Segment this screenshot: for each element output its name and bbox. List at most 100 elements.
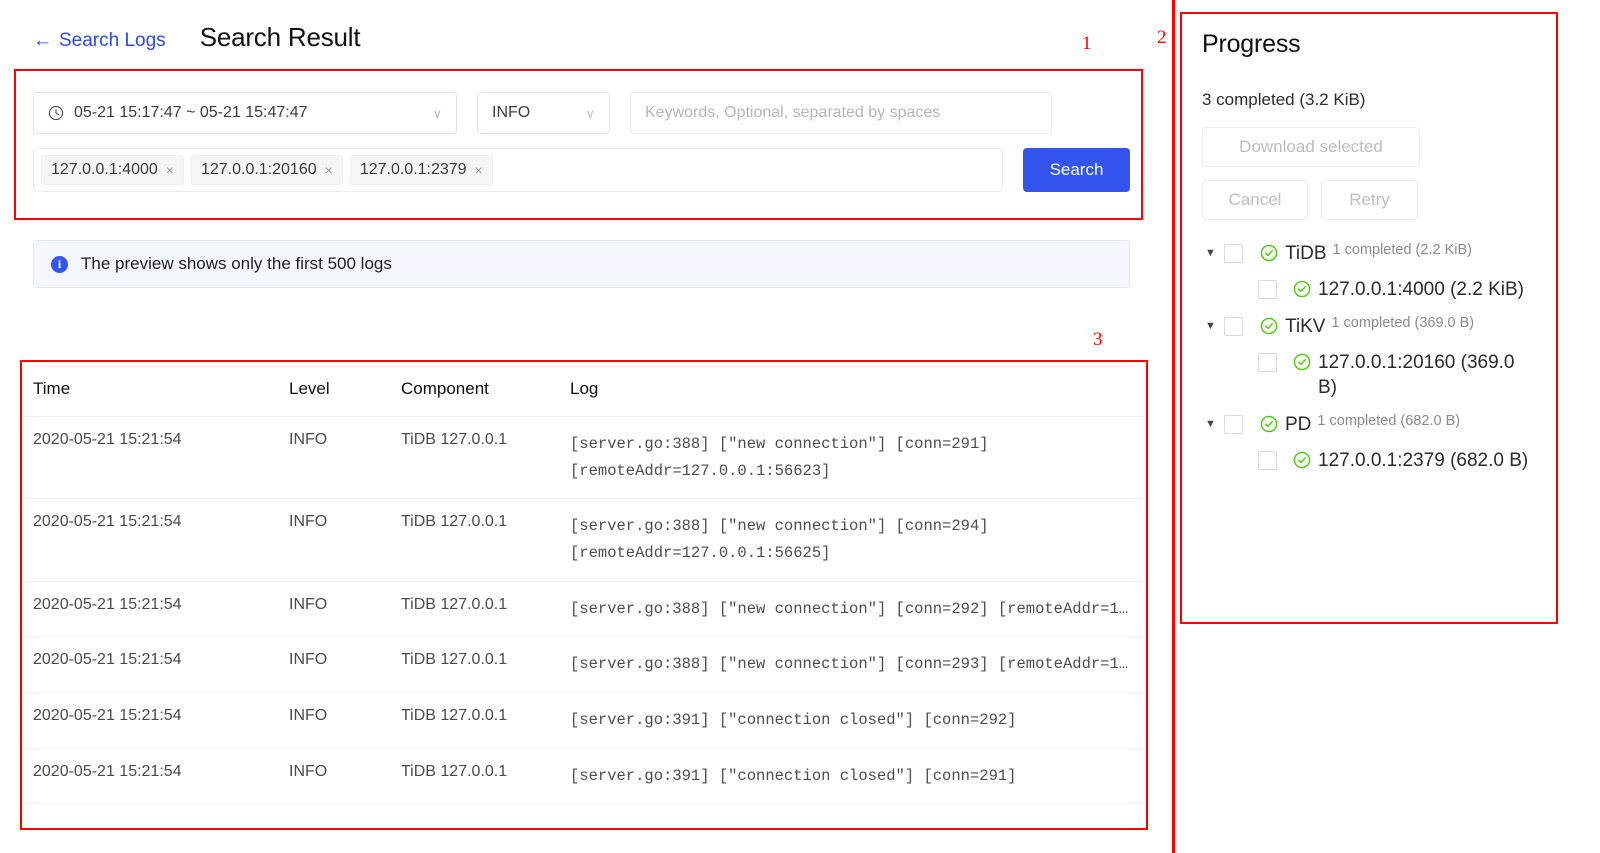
log-level-select[interactable]: INFO ∨: [477, 92, 610, 134]
column-header-log[interactable]: Log: [570, 379, 1135, 399]
chevron-down-icon: ∨: [585, 105, 595, 121]
instance-tag[interactable]: 127.0.0.1:4000 ×: [41, 155, 184, 185]
search-filter-panel: 05-21 15:17:47 ~ 05-21 15:47:47 ∨ INFO ∨…: [33, 92, 1130, 192]
chevron-down-icon: ∨: [432, 105, 442, 121]
page-header: ← Search Logs Search Result: [33, 22, 361, 53]
chevron-down-icon[interactable]: ▼: [1202, 315, 1224, 337]
alert-text: The preview shows only the first 500 log…: [81, 254, 392, 273]
tree-node-label: PD: [1285, 413, 1312, 435]
cell-log: [server.go:388] ["new connection"] [conn…: [570, 599, 1135, 618]
cell-component: TiDB 127.0.0.1: [401, 431, 508, 448]
instance-tag-label: 127.0.0.1:2379: [359, 161, 467, 178]
annotation-number-2: 2: [1157, 27, 1167, 48]
checkbox[interactable]: [1258, 451, 1277, 470]
tree-child-label: 127.0.0.1:2379 (682.0 B): [1318, 450, 1529, 471]
check-circle-icon: [1260, 317, 1278, 335]
cell-time: 2020-05-21 15:21:54: [33, 706, 182, 724]
tree-child[interactable]: 127.0.0.1:4000 (2.2 KiB): [1202, 272, 1558, 309]
instance-tag[interactable]: 127.0.0.1:20160 ×: [190, 155, 343, 185]
checkbox[interactable]: [1224, 414, 1243, 434]
cell-component: TiDB 127.0.0.1: [401, 595, 508, 613]
checkbox[interactable]: [1224, 317, 1243, 336]
cell-log: [server.go:388] ["new connection"] [conn…: [570, 655, 1135, 674]
cancel-button[interactable]: Cancel: [1202, 180, 1308, 220]
retry-button[interactable]: Retry: [1321, 180, 1418, 220]
progress-action-buttons: Cancel Retry: [1202, 180, 1558, 220]
tree-node-label: TiDB: [1285, 243, 1327, 264]
instance-select[interactable]: 127.0.0.1:4000 × 127.0.0.1:20160 × 127.0…: [33, 148, 1003, 192]
cell-time: 2020-05-21 15:21:54: [33, 431, 182, 448]
tree-node[interactable]: ▼ PD 1 completed (682.0 B): [1202, 407, 1558, 443]
annotation-number-3: 3: [1093, 329, 1103, 350]
cell-level: INFO: [289, 513, 328, 531]
tree-group-tikv: ▼ TiKV 1 completed (369.0 B) 127.0.0.1:2…: [1202, 309, 1558, 407]
tree-node-label: TiKV: [1285, 316, 1326, 337]
app-root: ← Search Logs Search Result 05-21 15:17:…: [0, 0, 1600, 853]
instance-tag-label: 127.0.0.1:20160: [200, 161, 317, 178]
close-icon[interactable]: ×: [325, 162, 333, 178]
table-row[interactable]: 2020-05-21 15:21:54 INFO TiDB 127.0.0.1 …: [20, 637, 1148, 693]
log-level-value: INFO: [492, 104, 531, 121]
check-circle-icon: [1293, 354, 1311, 371]
chevron-down-icon[interactable]: ▼: [1202, 242, 1224, 264]
instance-tag[interactable]: 127.0.0.1:2379 ×: [349, 155, 493, 185]
time-range-picker[interactable]: 05-21 15:17:47 ~ 05-21 15:47:47 ∨: [33, 92, 457, 134]
tree-node[interactable]: ▼ TiKV 1 completed (369.0 B): [1202, 309, 1558, 345]
table-row[interactable]: 2020-05-21 15:21:54 INFO TiDB 127.0.0.1 …: [20, 749, 1148, 805]
checkbox[interactable]: [1258, 353, 1277, 373]
check-circle-icon: [1260, 244, 1278, 262]
tree-group-pd: ▼ PD 1 completed (682.0 B) 127.0.0.1:237…: [1202, 407, 1558, 480]
check-circle-icon: [1260, 415, 1278, 432]
keywords-input[interactable]: [630, 92, 1052, 134]
clock-icon: [48, 105, 64, 121]
table-row[interactable]: 2020-05-21 15:21:54 INFO TiDB 127.0.0.1 …: [20, 582, 1148, 638]
progress-tree: ▼ TiDB 1 completed (2.2 KiB) 127.0.0.1:4…: [1202, 236, 1558, 480]
table-header-row: Time Level Component Log: [20, 362, 1148, 417]
column-header-component[interactable]: Component: [401, 379, 570, 399]
cell-log: [server.go:388] ["new connection"] [conn…: [570, 517, 998, 562]
checkbox[interactable]: [1224, 244, 1243, 263]
column-header-level[interactable]: Level: [289, 379, 401, 399]
filter-row-instances: 127.0.0.1:4000 × 127.0.0.1:20160 × 127.0…: [33, 148, 1130, 192]
column-header-time[interactable]: Time: [33, 379, 289, 399]
tree-node-meta: 1 completed (2.2 KiB): [1332, 242, 1472, 258]
filter-row-primary: 05-21 15:17:47 ~ 05-21 15:47:47 ∨ INFO ∨: [33, 92, 1130, 134]
cell-component: TiDB 127.0.0.1: [401, 706, 508, 724]
info-icon: i: [51, 255, 68, 273]
table-row[interactable]: 2020-05-21 15:21:54 INFO TiDB 127.0.0.1 …: [20, 499, 1148, 582]
cell-time: 2020-05-21 15:21:54: [33, 595, 182, 613]
panel-divider: [1172, 0, 1175, 853]
tree-child[interactable]: 127.0.0.1:20160 (369.0 B): [1202, 345, 1558, 406]
tree-group-tidb: ▼ TiDB 1 completed (2.2 KiB) 127.0.0.1:4…: [1202, 236, 1558, 309]
table-row[interactable]: 2020-05-21 15:21:54 INFO TiDB 127.0.0.1 …: [20, 693, 1148, 749]
cell-time: 2020-05-21 15:21:54: [33, 762, 182, 780]
cell-log: [server.go:391] ["connection closed"] [c…: [570, 710, 1017, 729]
download-selected-button[interactable]: Download selected: [1202, 127, 1420, 167]
tree-node-meta: 1 completed (682.0 B): [1317, 412, 1461, 429]
cell-log: [server.go:391] ["connection closed"] [c…: [570, 766, 1017, 785]
close-icon[interactable]: ×: [475, 162, 483, 178]
tree-child[interactable]: 127.0.0.1:2379 (682.0 B): [1202, 443, 1558, 480]
progress-title: Progress: [1202, 30, 1301, 58]
instance-tag-label: 127.0.0.1:4000: [51, 161, 158, 178]
time-range-value: 05-21 15:17:47 ~ 05-21 15:47:47: [74, 104, 308, 121]
table-row[interactable]: 2020-05-21 15:21:54 INFO TiDB 127.0.0.1 …: [20, 417, 1148, 500]
annotation-number-1: 1: [1082, 33, 1092, 54]
preview-limit-alert: i The preview shows only the first 500 l…: [33, 240, 1130, 288]
tree-node-meta: 1 completed (369.0 B): [1331, 315, 1475, 331]
check-circle-icon: [1293, 451, 1311, 469]
cell-component: TiDB 127.0.0.1: [401, 513, 508, 531]
cell-log: [server.go:388] ["new connection"] [conn…: [570, 435, 998, 480]
search-button[interactable]: Search: [1023, 148, 1130, 192]
cell-component: TiDB 127.0.0.1: [401, 651, 508, 669]
close-icon[interactable]: ×: [166, 162, 174, 178]
tree-node[interactable]: ▼ TiDB 1 completed (2.2 KiB): [1202, 236, 1558, 272]
back-to-search-logs-link[interactable]: ← Search Logs: [33, 30, 166, 52]
back-link-label: Search Logs: [59, 30, 166, 51]
cell-level: INFO: [289, 651, 328, 669]
check-circle-icon: [1293, 281, 1311, 298]
page-title: Search Result: [199, 22, 361, 52]
progress-panel: Progress 3 completed (3.2 KiB) Download …: [1180, 12, 1558, 480]
checkbox[interactable]: [1258, 280, 1277, 300]
chevron-down-icon[interactable]: ▼: [1202, 413, 1224, 435]
